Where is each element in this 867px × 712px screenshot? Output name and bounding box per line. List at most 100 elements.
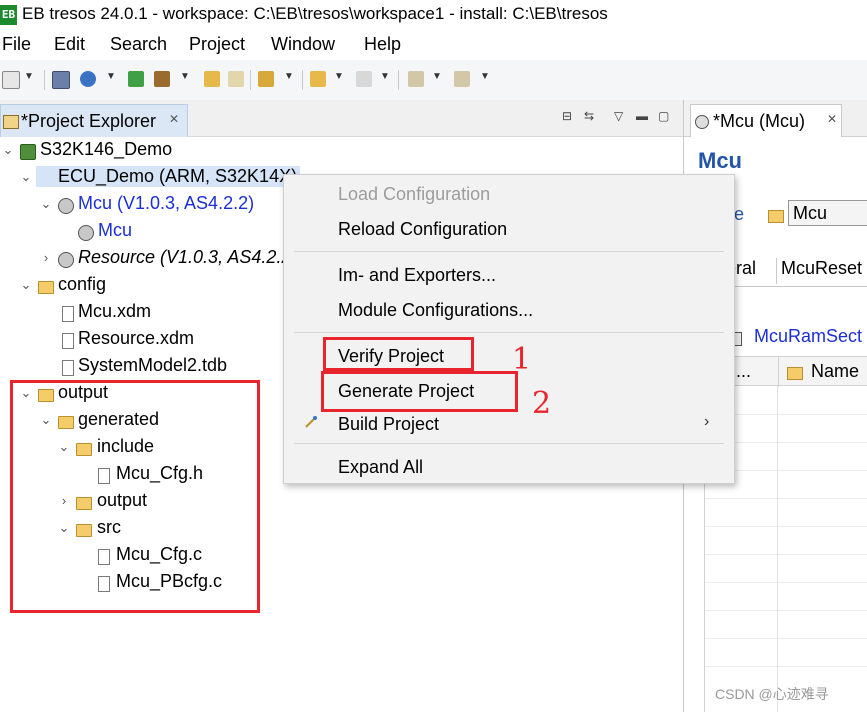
highlight-box-generate: [321, 371, 518, 412]
tree-item-file[interactable]: Mcu.xdm: [0, 301, 300, 327]
highlight-box-verify: [323, 337, 474, 371]
tree-item-config-folder[interactable]: ⌄ config: [0, 274, 300, 300]
section-link[interactable]: McuRamSect: [754, 326, 862, 347]
module-icon: [695, 115, 709, 129]
redo-icon[interactable]: [228, 71, 244, 87]
window-title: EB tresos 24.0.1 - workspace: C:\EB\tres…: [22, 4, 608, 23]
menu-help[interactable]: Help: [364, 34, 401, 55]
chevron-down-icon[interactable]: ⌄: [20, 277, 32, 293]
context-menu: Load Configuration Reload Configuration …: [283, 174, 735, 484]
minimize-icon[interactable]: ▬: [636, 109, 648, 123]
watermark: CSDN @心迹难寻: [715, 686, 829, 702]
tree-item-file[interactable]: SystemModel2.tdb: [0, 355, 300, 381]
subtab-mcureset[interactable]: McuReset: [776, 258, 862, 284]
title-bar: EB EB tresos 24.0.1 - workspace: C:\EB\t…: [0, 0, 867, 30]
build-icon: [305, 416, 317, 428]
globe-icon[interactable]: [80, 71, 96, 87]
chevron-down-icon[interactable]: ⌄: [20, 169, 32, 185]
module-icon: [58, 198, 74, 214]
folder-icon: [3, 115, 19, 129]
table-row: [704, 554, 867, 555]
chevron-right-icon[interactable]: ›: [40, 250, 52, 265]
menu-item-expand-all[interactable]: Expand All: [338, 457, 423, 478]
tab-mcu-editor[interactable]: *Mcu (Mcu) ✕: [690, 104, 842, 137]
table-row: [704, 582, 867, 583]
tree-item-resource-module[interactable]: › Resource (V1.0.3, AS4.2.2): [0, 247, 283, 273]
tree-item-mcu-module[interactable]: ⌄ Mcu (V1.0.3, AS4.2.2): [0, 193, 300, 219]
link-editor-icon[interactable]: ⇆: [584, 109, 594, 123]
name-field[interactable]: Mcu: [788, 200, 867, 226]
tree-item-mcu-config[interactable]: Mcu: [0, 220, 300, 246]
undo-icon[interactable]: [204, 71, 220, 87]
save-icon[interactable]: [52, 71, 70, 89]
generate-icon[interactable]: [154, 71, 170, 87]
tab-label: *Mcu (Mcu): [713, 111, 806, 131]
menu-item-build-project[interactable]: Build Project: [338, 414, 439, 435]
column-separator: [778, 357, 779, 387]
menu-window[interactable]: Window: [271, 34, 335, 55]
view-menu-icon[interactable]: ▽: [614, 109, 623, 123]
pin-icon[interactable]: [258, 71, 274, 87]
table-row: [704, 498, 867, 499]
collapse-all-icon[interactable]: ⊟: [562, 109, 572, 123]
column-header-name[interactable]: Name: [811, 361, 859, 382]
annotation-number-2: 2: [532, 386, 552, 421]
toolbar-separator: [250, 70, 251, 90]
tree-label: Mcu.xdm: [78, 301, 152, 321]
maximize-icon[interactable]: ▢: [658, 109, 669, 123]
editor-heading: Mcu: [698, 148, 742, 173]
editor-tabstrip: *Mcu (Mcu) ✕: [684, 100, 867, 137]
tree-label: Mcu: [98, 220, 133, 240]
new-icon[interactable]: [2, 71, 20, 89]
export-icon[interactable]: [454, 71, 470, 87]
annotation-number-1: 1: [512, 342, 532, 377]
menu-project[interactable]: Project: [189, 34, 245, 55]
tab-label: *Project Explorer: [21, 111, 157, 131]
toolbar-separator: [44, 70, 45, 90]
verify-icon[interactable]: [128, 71, 144, 87]
file-icon: [62, 360, 74, 376]
tree-label: ECU_Demo (ARM, S32K14X): [36, 166, 300, 187]
module-icon: [58, 252, 74, 268]
close-icon[interactable]: ✕: [827, 112, 837, 126]
menu-item-reload-configuration[interactable]: Reload Configuration: [338, 219, 507, 240]
table-row: [704, 666, 867, 667]
menu-item-load-configuration: Load Configuration: [338, 184, 491, 204]
chevron-down-icon[interactable]: ▼: [380, 71, 390, 82]
menu-search[interactable]: Search: [110, 34, 167, 55]
menu-file[interactable]: File: [2, 34, 31, 55]
chevron-down-icon[interactable]: ⌄: [2, 142, 14, 158]
tree-item-ecu[interactable]: ⌄ ECU_Demo (ARM, S32K14X): [0, 166, 300, 192]
toolbar-separator: [302, 70, 303, 90]
tree-label: S32K146_Demo: [40, 139, 173, 159]
file-icon: [62, 306, 74, 322]
menu-item-module-configurations[interactable]: Module Configurations...: [338, 300, 533, 321]
tree-item-project[interactable]: ⌄ S32K146_Demo: [0, 139, 300, 165]
field-label: e: [734, 204, 745, 224]
forward-icon[interactable]: [356, 71, 372, 87]
project-icon: [20, 144, 36, 160]
column-separator: [777, 386, 778, 712]
chevron-down-icon[interactable]: ▼: [24, 71, 34, 82]
chevron-down-icon[interactable]: ⌄: [40, 196, 52, 212]
chevron-down-icon[interactable]: ▼: [284, 71, 294, 82]
chevron-down-icon[interactable]: ▼: [480, 71, 490, 82]
tree-label: Mcu (V1.0.3, AS4.2.2): [78, 193, 255, 213]
chevron-down-icon[interactable]: ▼: [334, 71, 344, 82]
project-explorer-tabstrip: *Project Explorer ✕ ⊟ ⇆ ▽ ▬ ▢: [0, 100, 683, 137]
main-toolbar: ▼ ▼ ▼ ▼ ▼ ▼ ▼ ▼: [0, 60, 867, 100]
menu-item-importers-exporters[interactable]: Im- and Exporters...: [338, 265, 496, 286]
tab-project-explorer[interactable]: *Project Explorer ✕: [0, 104, 188, 137]
import-icon[interactable]: [408, 71, 424, 87]
close-icon[interactable]: ✕: [169, 112, 179, 126]
chevron-down-icon[interactable]: ▼: [106, 71, 116, 82]
tree-item-file[interactable]: Resource.xdm: [0, 328, 300, 354]
folder-icon: [787, 367, 803, 380]
menu-separator: [294, 332, 724, 333]
menu-edit[interactable]: Edit: [54, 34, 85, 55]
table-row: [704, 526, 867, 527]
chevron-down-icon[interactable]: ▼: [432, 71, 442, 82]
back-icon[interactable]: [310, 71, 326, 87]
chevron-right-icon[interactable]: ›: [704, 413, 709, 431]
chevron-down-icon[interactable]: ▼: [180, 71, 190, 82]
